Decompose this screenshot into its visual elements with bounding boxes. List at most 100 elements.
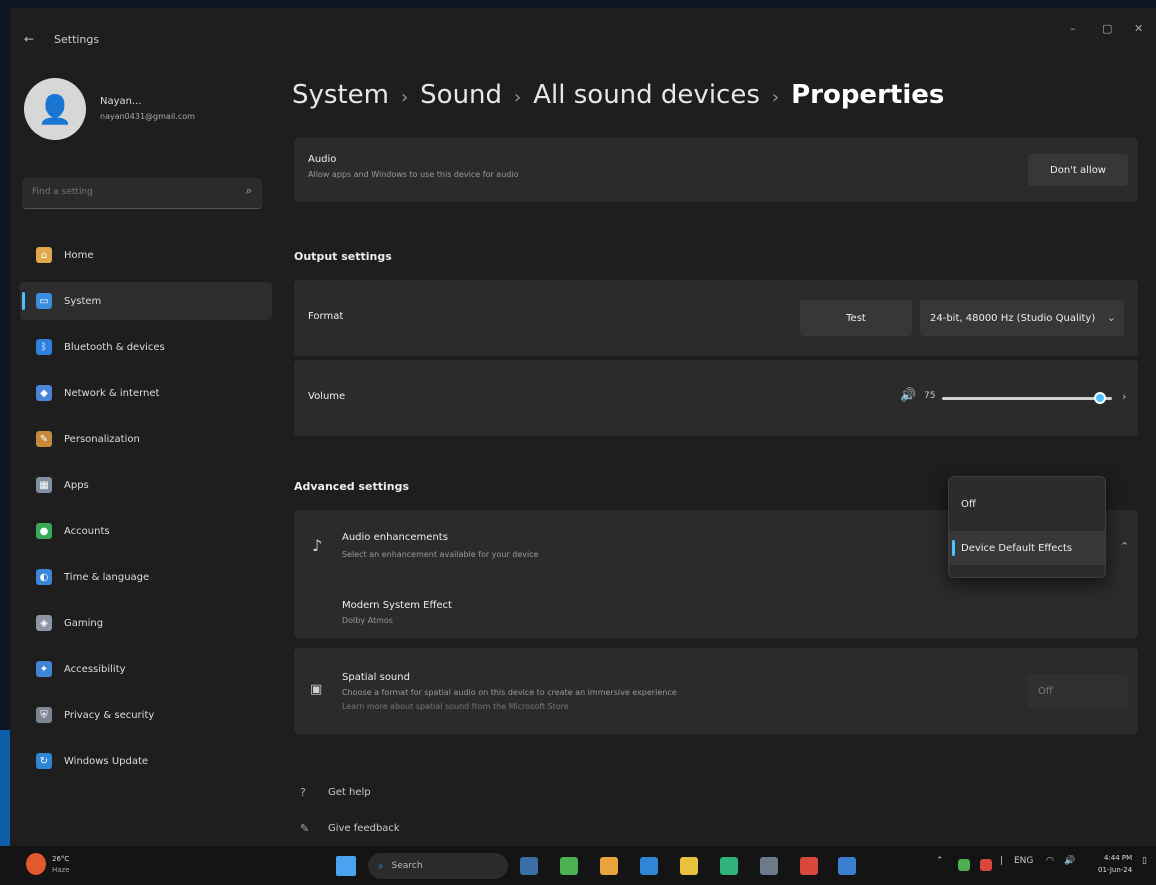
chevron-up-icon[interactable]: ⌃: [1120, 540, 1129, 553]
feedback-icon: ✎: [300, 822, 310, 835]
give-feedback-label: Give feedback: [328, 823, 400, 834]
sidebar-item-system[interactable]: ▭ System: [20, 282, 272, 320]
window-title: Settings: [54, 33, 100, 46]
spatial-sound-dropdown: Off: [1028, 674, 1128, 708]
sidebar-item-apps[interactable]: ▦ Apps: [20, 466, 272, 504]
sidebar-item-gaming[interactable]: ◈ Gaming: [20, 604, 272, 642]
sidebar-item-label: Personalization: [64, 433, 140, 445]
dont-allow-button[interactable]: Don't allow: [1028, 154, 1128, 186]
edge-icon[interactable]: [640, 857, 658, 875]
sidebar-item-label: Windows Update: [64, 755, 149, 767]
enhancements-subtitle: Select an enhancement available for your…: [342, 550, 539, 559]
enhancements-dropdown-menu: Off Device Default Effects: [948, 476, 1106, 578]
app-icon[interactable]: [800, 857, 818, 875]
chevron-right-icon[interactable]: ›: [1122, 390, 1126, 403]
volume-icon[interactable]: 🔊: [1064, 856, 1075, 866]
clock-time: 4:44 PM: [1103, 854, 1133, 862]
breadcrumb-separator: ›: [514, 87, 522, 108]
main-content: System › Sound › All sound devices › Propertie…: [292, 58, 1142, 846]
effect-subtitle: Dolby Atmos: [342, 616, 393, 625]
profile-name: Nayan...: [100, 96, 142, 107]
format-dropdown[interactable]: 24-bit, 48000 Hz (Studio Quality) ⌄: [920, 300, 1124, 336]
breadcrumb-system[interactable]: System: [292, 80, 389, 110]
sidebar-item-accessibility[interactable]: ✦ Accessibility: [20, 650, 272, 688]
globe-icon: ◐: [36, 569, 52, 585]
sidebar-item-personalization[interactable]: ✎ Personalization: [20, 420, 272, 458]
breadcrumb-separator: ›: [771, 87, 780, 108]
audio-subtitle: Allow apps and Windows to use this devic…: [308, 170, 519, 179]
start-button[interactable]: [336, 856, 356, 876]
close-button[interactable]: ✕: [1134, 22, 1143, 35]
maximize-button[interactable]: ▢: [1102, 22, 1112, 35]
test-button[interactable]: Test: [800, 300, 912, 336]
file-explorer-icon[interactable]: [680, 857, 698, 875]
format-row: Format Test 24-bit, 48000 Hz (Studio Qua…: [294, 280, 1138, 356]
brush-icon: ✎: [36, 431, 52, 447]
breadcrumb-sound[interactable]: Sound: [420, 80, 502, 110]
settings-gear-icon[interactable]: [838, 857, 856, 875]
sidebar-nav: ⌂ Home ▭ System ᛒ Bluetooth & devices ◆ Network…: [20, 236, 272, 788]
sidebar-item-windows-update[interactable]: ↻ Windows Update: [20, 742, 272, 780]
volume-value: 75: [924, 391, 936, 401]
volume-slider[interactable]: [942, 390, 1112, 406]
sidebar-item-label: Gaming: [64, 617, 104, 629]
option-off[interactable]: Off: [949, 487, 1105, 521]
sidebar-item-label: Home: [64, 249, 94, 261]
minimize-button[interactable]: –: [1070, 22, 1076, 35]
spatial-learn-more[interactable]: Learn more about spatial sound from the …: [342, 702, 569, 711]
wifi-icon[interactable]: ◠: [1046, 856, 1054, 866]
sidebar-item-label: Bluetooth & devices: [64, 341, 165, 353]
chrome-icon[interactable]: [600, 857, 618, 875]
weather-widget[interactable]: 26°C Haze: [26, 853, 76, 879]
spatial-sound-icon: ▣: [310, 682, 323, 697]
tray-chevron-icon[interactable]: ⌃: [936, 856, 944, 866]
accessibility-icon: ✦: [36, 661, 52, 677]
gaming-icon: ◈: [36, 615, 52, 631]
store-icon[interactable]: [720, 857, 738, 875]
tray-app-icon[interactable]: [980, 859, 992, 871]
settings-window: ← Settings – ▢ ✕ 👤 Nayan... nayan0431@gm…: [10, 8, 1156, 846]
sidebar-item-bluetooth-devices[interactable]: ᛒ Bluetooth & devices: [20, 328, 272, 366]
user-icon: 👤: [37, 92, 73, 126]
spatial-sound-row: ▣ Spatial sound Choose a format for spat…: [294, 648, 1138, 734]
speaker-icon[interactable]: 🔊: [900, 388, 916, 403]
update-icon: ↻: [36, 753, 52, 769]
chevron-down-icon: ⌄: [1106, 311, 1116, 324]
home-icon: ⌂: [36, 247, 52, 263]
notification-icon[interactable]: ▯: [1142, 856, 1147, 866]
app-icon[interactable]: [760, 857, 778, 875]
option-device-default-effects[interactable]: Device Default Effects: [949, 531, 1105, 565]
breadcrumb-all-sound-devices[interactable]: All sound devices: [533, 80, 760, 110]
sidebar-item-privacy-security[interactable]: ⛨ Privacy & security: [20, 696, 272, 734]
profile-card[interactable]: 👤 Nayan... nayan0431@gmail.com: [24, 78, 264, 148]
weather-temp: 26°C: [52, 855, 70, 863]
network-icon: ◆: [36, 385, 52, 401]
settings-search[interactable]: ⌕: [22, 178, 262, 209]
spatial-sound-value: Off: [1038, 685, 1053, 697]
breadcrumb-separator: ›: [400, 87, 409, 108]
format-label: Format: [308, 311, 344, 322]
sidebar-item-label: System: [64, 295, 102, 307]
taskview-icon[interactable]: [520, 857, 538, 875]
audio-title: Audio: [308, 154, 337, 165]
get-help-label: Get help: [328, 787, 371, 798]
sidebar-item-accounts[interactable]: ● Accounts: [20, 512, 272, 550]
taskbar-clock[interactable]: 4:44 PM 01-Jun-24: [1098, 852, 1132, 876]
search-icon[interactable]: ⌕: [246, 184, 252, 198]
apps-icon: ▦: [36, 477, 52, 493]
advanced-settings-heading: Advanced settings: [294, 480, 410, 493]
tray-app-icon[interactable]: [958, 859, 970, 871]
sidebar-item-time-language[interactable]: ◐ Time & language: [20, 558, 272, 596]
sidebar-item-label: Accessibility: [64, 663, 126, 675]
phone-link-icon[interactable]: [560, 857, 578, 875]
accounts-icon: ●: [36, 523, 52, 539]
give-feedback-link[interactable]: ✎ Give feedback: [300, 822, 400, 835]
back-button[interactable]: ←: [24, 32, 34, 46]
get-help-link[interactable]: ? Get help: [300, 786, 371, 799]
taskbar-search[interactable]: ⌕ Search: [368, 853, 508, 879]
sidebar-item-network-internet[interactable]: ◆ Network & internet: [20, 374, 272, 412]
volume-slider-thumb[interactable]: [1094, 392, 1107, 404]
search-input[interactable]: [30, 186, 234, 198]
language-indicator[interactable]: ENG: [1014, 856, 1033, 866]
sidebar-item-home[interactable]: ⌂ Home: [20, 236, 272, 274]
